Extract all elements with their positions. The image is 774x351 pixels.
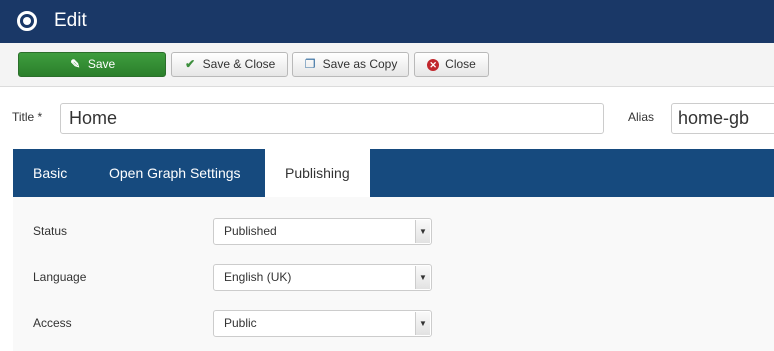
title-field[interactable] [60,103,604,134]
chevron-down-icon: ▼ [415,312,430,335]
access-select[interactable]: Public ▼ [213,310,432,337]
status-select-value: Published [224,224,277,238]
check-icon: ✔ [185,57,196,71]
save-button-label: Save [87,57,116,71]
close-circle-icon: ✕ [427,58,440,71]
alias-field[interactable] [671,103,774,134]
save-button[interactable]: ✎ Save [18,52,166,77]
save-as-copy-label: Save as Copy [322,57,398,71]
close-button-label: Close [445,57,476,71]
page-title: Edit [54,10,87,31]
alias-label: Alias [628,110,655,124]
save-and-close-label: Save & Close [202,57,276,71]
access-select-value: Public [224,316,257,330]
chevron-down-icon: ▼ [415,266,430,289]
language-select-value: English (UK) [224,270,292,284]
page-header: Edit [0,0,774,43]
copy-icon: ❐ [304,57,316,71]
language-label: Language [33,270,87,284]
save-and-close-button[interactable]: ✔ Save & Close [171,52,288,77]
status-label: Status [33,224,68,238]
status-select[interactable]: Published ▼ [213,218,432,245]
tab-open-graph-settings[interactable]: Open Graph Settings [89,149,261,197]
tab-bar: Basic Open Graph Settings Publishing [13,149,774,197]
save-as-copy-button[interactable]: ❐ Save as Copy [292,52,409,77]
radio-circle-icon [17,11,37,31]
language-select[interactable]: English (UK) ▼ [213,264,432,291]
edit-icon: ✎ [70,57,81,71]
chevron-down-icon: ▼ [415,220,430,243]
tab-basic[interactable]: Basic [13,149,87,197]
toolbar: ✎ Save ✔ Save & Close ❐ Save as Copy ✕ C… [0,43,774,87]
tab-publishing[interactable]: Publishing [265,149,370,197]
title-label: Title * [12,110,43,124]
access-label: Access [33,316,72,330]
close-button[interactable]: ✕ Close [414,52,489,77]
